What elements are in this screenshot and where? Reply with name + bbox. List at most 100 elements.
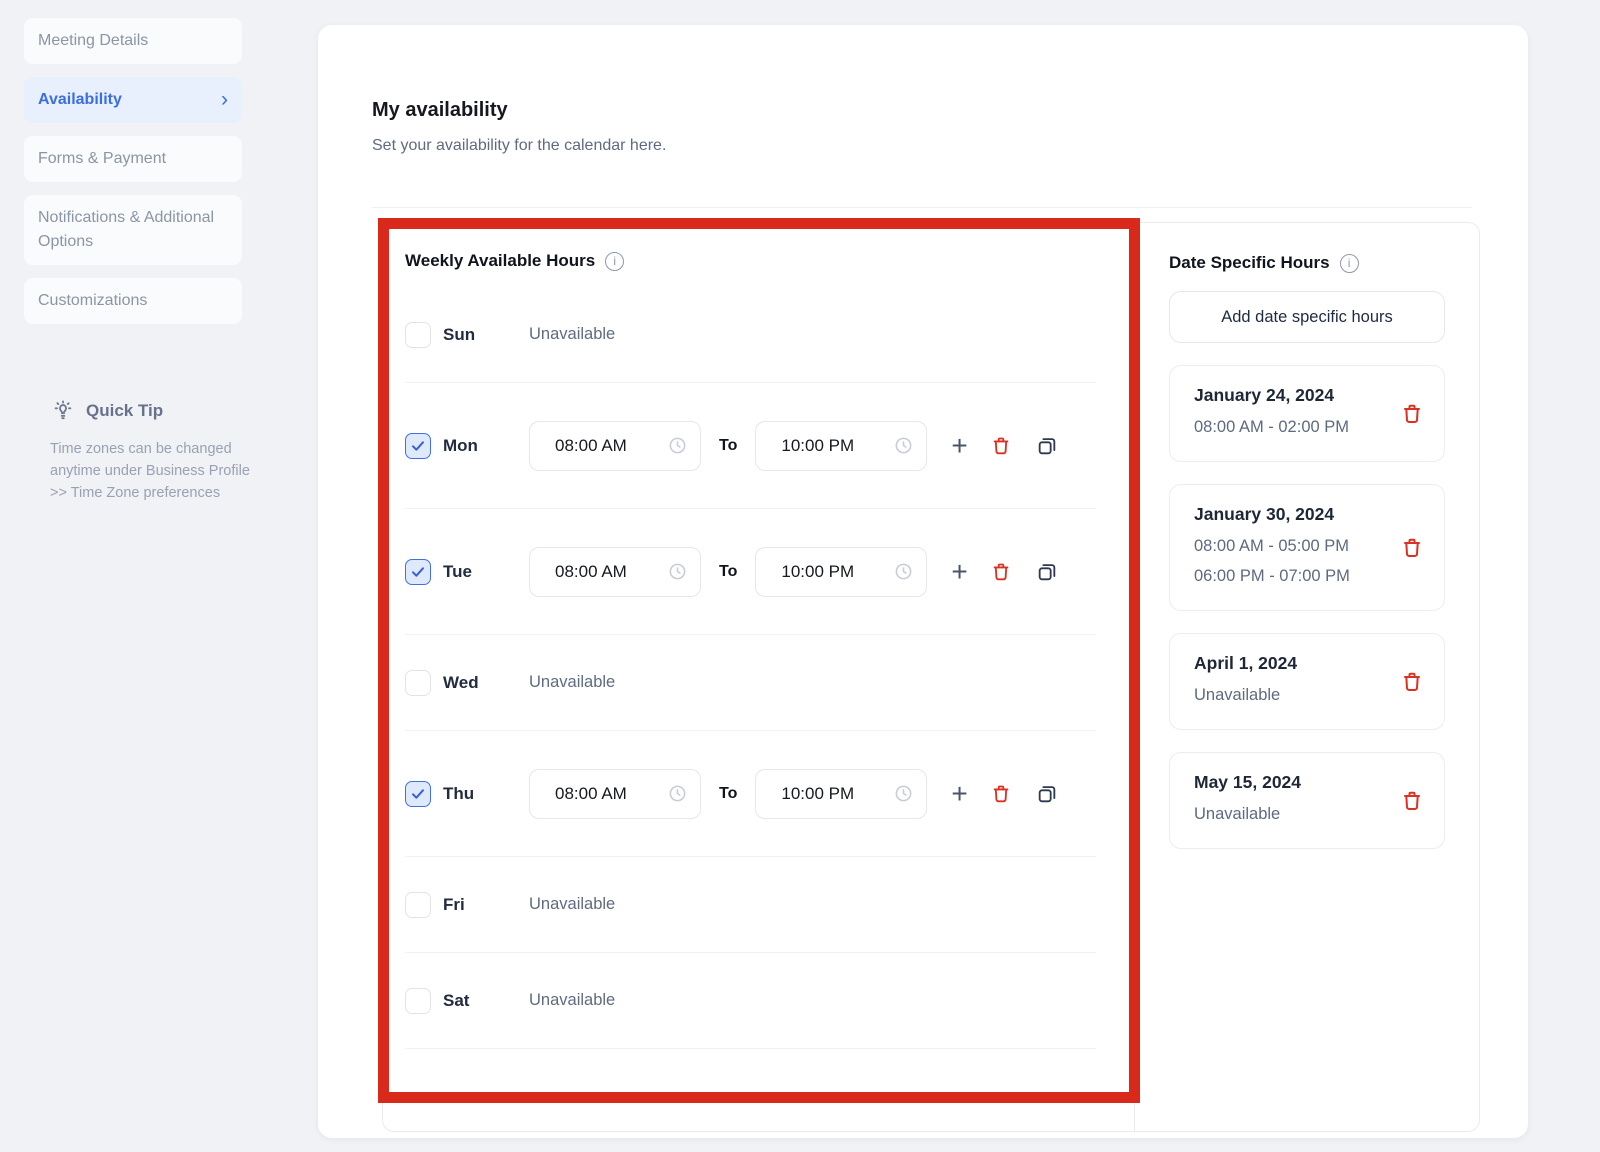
weekly-hours-section: Weekly Available Hours i Sun Unavailable [383,223,1134,1131]
date-specific-card: May 15, 2024 Unavailable [1169,752,1445,849]
start-time-input-tue[interactable]: 08:00 AM [529,546,701,597]
date-card-time: 08:00 AM - 05:00 PM [1194,537,1350,555]
date-specific-info-icon[interactable]: i [1339,253,1359,273]
quick-tip-title: Quick Tip [86,401,164,420]
start-time-value: 08:00 AM [555,561,627,581]
to-label: To [719,562,738,580]
start-time-value: 08:00 AM [555,435,627,455]
availability-panel: Weekly Available Hours i Sun Unavailable [382,222,1480,1132]
to-label: To [719,436,738,454]
end-time-input-thu[interactable]: 10:00 PM [755,768,928,819]
day-label: Sun [443,324,476,344]
copy-hours-button-mon[interactable] [1036,435,1058,457]
start-time-value: 08:00 AM [555,783,627,803]
date-card-date: May 15, 2024 [1194,772,1302,792]
sidebar-item-availability[interactable]: Availability › [24,77,242,123]
trash-icon [1404,791,1420,810]
date-specific-card: January 24, 2024 08:00 AM - 02:00 PM [1169,365,1445,462]
day-label: Fri [443,894,465,914]
clock-icon [895,437,912,454]
trash-icon [993,437,1009,454]
unavailable-label: Unavailable [529,325,616,343]
date-card-content: January 24, 2024 08:00 AM - 02:00 PM [1194,385,1349,442]
date-card-date: April 1, 2024 [1194,653,1298,673]
add-interval-button-thu[interactable]: + [951,779,967,807]
date-card-time: Unavailable [1194,805,1281,823]
add-interval-button-mon[interactable]: + [951,431,967,459]
clock-icon [895,563,912,580]
weekly-hours-heading: Weekly Available Hours [405,251,596,270]
checkmark-icon [412,788,424,799]
add-date-specific-hours-button[interactable]: Add date specific hours [1169,291,1445,343]
trash-icon [1404,538,1420,557]
checkbox-mon[interactable] [405,432,431,459]
delete-hours-button-mon[interactable] [990,435,1012,457]
date-specific-header: Date Specific Hours i [1169,253,1445,273]
copy-icon [1038,563,1055,580]
checkbox-fri[interactable] [405,891,431,918]
start-time-input-mon[interactable]: 08:00 AM [529,420,701,471]
chevron-right-icon: › [221,88,228,111]
weekly-hours-header: Weekly Available Hours i [405,251,1096,271]
date-card-time: 08:00 AM - 02:00 PM [1194,418,1350,436]
delete-date-button[interactable] [1400,789,1424,813]
date-specific-card: April 1, 2024 Unavailable [1169,633,1445,730]
end-time-value: 10:00 PM [781,561,855,581]
checkbox-sat[interactable] [405,987,431,1014]
checkbox-wed[interactable] [405,669,431,696]
page-subtitle: Set your availability for the calendar h… [372,137,667,154]
sidebar-item-customizations[interactable]: Customizations [24,278,242,324]
lightbulb-icon [50,398,76,424]
date-specific-section: Date Specific Hours i Add date specific … [1134,223,1479,1131]
copy-hours-button-tue[interactable] [1036,561,1058,583]
checkmark-icon [412,440,424,451]
checkbox-sun[interactable] [405,321,431,348]
date-card-time: Unavailable [1194,686,1281,704]
date-specific-heading: Date Specific Hours [1169,253,1330,272]
end-time-value: 10:00 PM [781,783,855,803]
to-label: To [719,784,738,802]
add-interval-button-tue[interactable]: + [951,557,967,585]
trash-icon [993,563,1009,580]
date-card-content: May 15, 2024 Unavailable [1194,772,1301,829]
sidebar-item-notifications-options[interactable]: Notifications & Additional Options [24,195,242,265]
date-card-content: April 1, 2024 Unavailable [1194,653,1297,710]
date-card-content: January 30, 2024 08:00 AM - 05:00 PM 06:… [1194,504,1350,591]
checkbox-tue[interactable] [405,558,431,585]
quick-tip-body: Time zones can be changed anytime under … [50,441,250,501]
end-time-value: 10:00 PM [781,435,855,455]
sidebar-item-label: Availability [38,91,122,108]
sidebar-item-meeting-details[interactable]: Meeting Details [24,18,242,64]
date-card-date: January 24, 2024 [1194,385,1335,405]
clock-icon [669,437,686,454]
start-time-input-thu[interactable]: 08:00 AM [529,768,701,819]
end-time-input-mon[interactable]: 10:00 PM [755,420,928,471]
sidebar-item-forms-payment[interactable]: Forms & Payment [24,136,242,182]
page-title: My availability [372,99,508,121]
delete-hours-button-tue[interactable] [990,561,1012,583]
day-row-sun: Sun Unavailable [405,287,1096,383]
copy-hours-button-thu[interactable] [1036,783,1058,805]
delete-date-button[interactable] [1400,670,1424,694]
day-row-thu: Thu 08:00 AM To 10:00 PM + [405,731,1096,857]
weekly-hours-info-icon[interactable]: i [605,251,625,271]
clock-icon [669,563,686,580]
unavailable-label: Unavailable [529,895,616,913]
date-card-time: 06:00 PM - 07:00 PM [1194,567,1350,585]
clock-icon [669,785,686,802]
day-label: Tue [443,561,472,581]
end-time-input-tue[interactable]: 10:00 PM [755,546,928,597]
quick-tip-header: Quick Tip [50,398,254,424]
availability-card: My availability Set your availability fo… [318,25,1528,1138]
day-label: Sat [443,990,470,1010]
delete-hours-button-thu[interactable] [990,783,1012,805]
delete-date-button[interactable] [1400,402,1424,426]
checkbox-thu[interactable] [405,780,431,807]
unavailable-label: Unavailable [529,991,616,1009]
day-row-mon: Mon 08:00 AM To 10:00 PM + [405,383,1096,509]
clock-icon [895,785,912,802]
delete-date-button[interactable] [1400,536,1424,560]
copy-icon [1038,437,1055,454]
trash-icon [1404,404,1420,423]
day-row-tue: Tue 08:00 AM To 10:00 PM + [405,509,1096,635]
